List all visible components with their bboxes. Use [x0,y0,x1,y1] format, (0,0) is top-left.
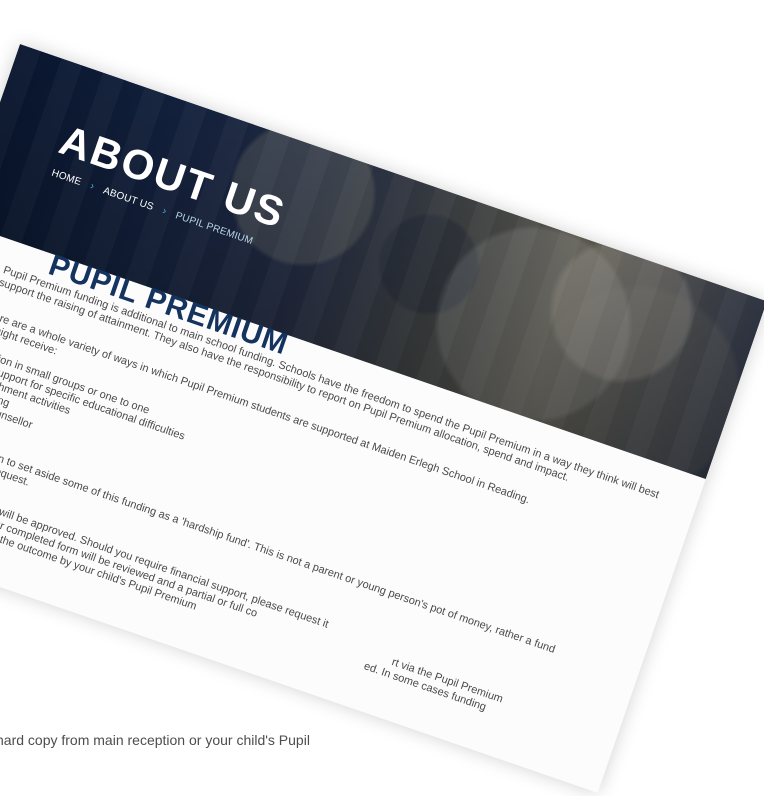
breadcrumb-separator-icon: › [88,180,97,193]
screenshot-stage: hard copy from main reception or your ch… [0,0,764,796]
breadcrumb-home-link[interactable]: HOME [50,167,83,187]
support-list: a tuition in small groups or one to one … [0,345,191,480]
breadcrumb-separator-icon: › [160,204,169,218]
background-document-line: hard copy from main reception or your ch… [0,732,310,748]
